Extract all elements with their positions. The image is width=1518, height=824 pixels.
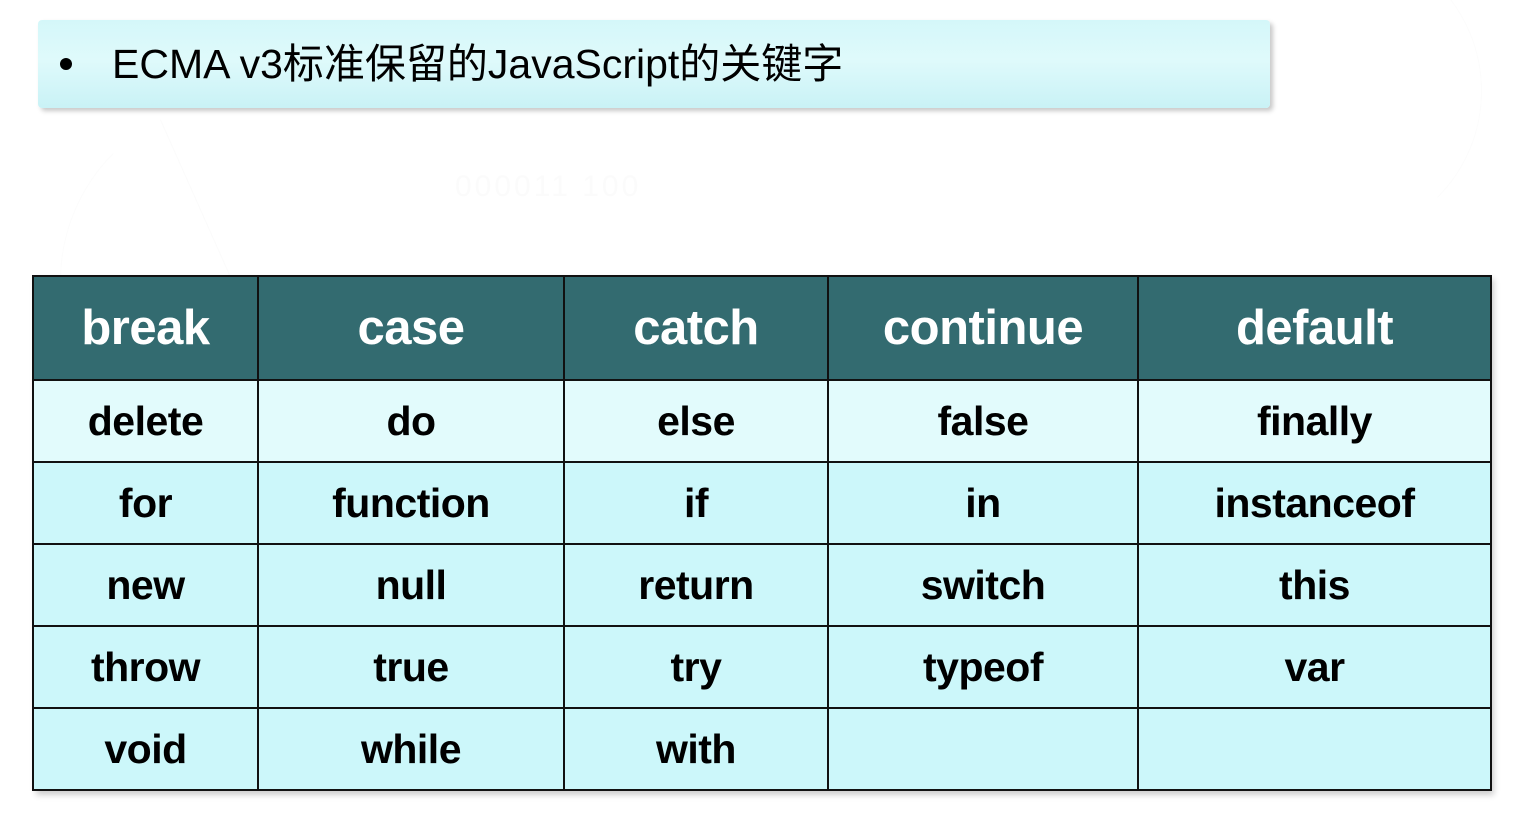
- table-cell: for: [32, 461, 259, 545]
- table-cell: switch: [827, 543, 1139, 627]
- table-cell: typeof: [827, 625, 1139, 709]
- table-header-cell: default: [1137, 275, 1492, 381]
- table-cell: if: [563, 461, 829, 545]
- table-cell: in: [827, 461, 1139, 545]
- table-cell: true: [257, 625, 565, 709]
- table-cell: throw: [32, 625, 259, 709]
- table-row: for function if in instanceof: [32, 461, 1492, 545]
- table-cell: var: [1137, 625, 1492, 709]
- table-cell: instanceof: [1137, 461, 1492, 545]
- background-watermark-text: 000011 100: [455, 170, 642, 203]
- table-cell: else: [563, 379, 829, 463]
- table-cell: new: [32, 543, 259, 627]
- table-header-cell: catch: [563, 275, 829, 381]
- table-header-cell: case: [257, 275, 565, 381]
- table-cell: with: [563, 707, 829, 791]
- table-row: new null return switch this: [32, 543, 1492, 627]
- table-cell: delete: [32, 379, 259, 463]
- table-header-row: break case catch continue default: [32, 275, 1492, 381]
- table-cell: try: [563, 625, 829, 709]
- table-row: void while with: [32, 707, 1492, 791]
- slide-title-banner: ECMA v3标准保留的JavaScript的关键字: [38, 20, 1270, 108]
- javascript-keywords-table: break case catch continue default delete…: [32, 275, 1492, 791]
- table-cell: null: [257, 543, 565, 627]
- table-cell-empty: [1137, 707, 1492, 791]
- table-cell: return: [563, 543, 829, 627]
- table-header-cell: break: [32, 275, 259, 381]
- table-row: delete do else false finally: [32, 379, 1492, 463]
- table-cell: function: [257, 461, 565, 545]
- table-cell: do: [257, 379, 565, 463]
- bullet-icon: [60, 58, 72, 70]
- table-row: throw true try typeof var: [32, 625, 1492, 709]
- table-header-cell: continue: [827, 275, 1139, 381]
- table-cell: finally: [1137, 379, 1492, 463]
- table-cell: void: [32, 707, 259, 791]
- table-cell-empty: [827, 707, 1139, 791]
- table-cell: false: [827, 379, 1139, 463]
- keyword-table-container: break case catch continue default delete…: [32, 275, 1492, 791]
- table-cell: this: [1137, 543, 1492, 627]
- table-cell: while: [257, 707, 565, 791]
- page-title: ECMA v3标准保留的JavaScript的关键字: [112, 40, 844, 87]
